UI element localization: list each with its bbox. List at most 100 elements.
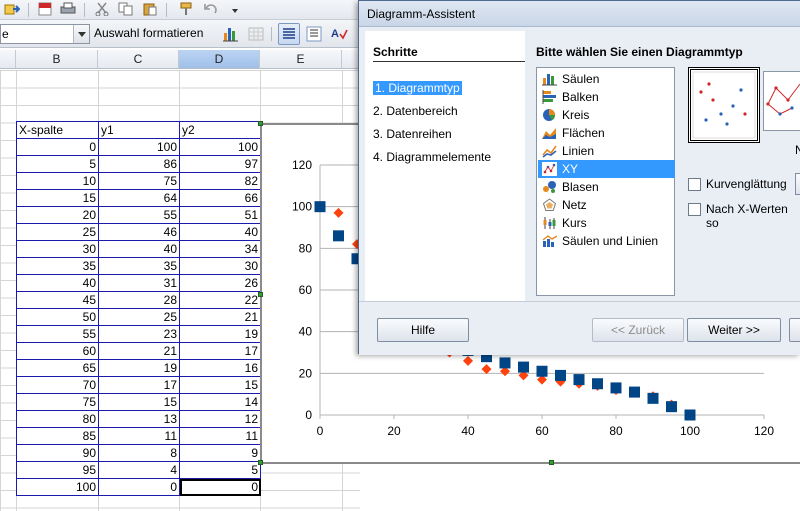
- data-cell[interactable]: 45: [16, 291, 99, 309]
- data-cell[interactable]: 80: [16, 410, 99, 428]
- auswahl-formatieren-label[interactable]: Auswahl formatieren: [94, 26, 203, 40]
- dialog-titlebar[interactable]: Diagramm-Assistent: [359, 1, 800, 27]
- cut-icon[interactable]: [94, 2, 110, 16]
- chart-type-flaechen[interactable]: Flächen: [538, 124, 675, 142]
- data-cell[interactable]: 0: [179, 478, 261, 496]
- align-justify-button[interactable]: [303, 23, 325, 45]
- data-cell[interactable]: 14: [179, 393, 261, 411]
- sort-by-x-checkbox[interactable]: [688, 203, 701, 216]
- data-cell[interactable]: 50: [16, 308, 99, 326]
- copy-icon[interactable]: [118, 2, 134, 16]
- data-cell[interactable]: 95: [16, 461, 99, 479]
- chart-variant-points-and-lines[interactable]: [763, 71, 800, 131]
- data-cell[interactable]: 64: [98, 189, 180, 207]
- data-cell[interactable]: 17: [179, 342, 261, 360]
- data-cell[interactable]: 100: [98, 138, 180, 156]
- clone-format-icon[interactable]: [178, 2, 194, 16]
- data-cell[interactable]: 30: [179, 257, 261, 275]
- data-cell[interactable]: 20: [16, 206, 99, 224]
- kurvenglaettung-label[interactable]: Kurvenglättung: [706, 177, 787, 191]
- chart-type-saeulen-und-linien[interactable]: Säulen und Linien: [538, 232, 675, 250]
- data-cell[interactable]: 97: [179, 155, 261, 173]
- smoothing-properties-button[interactable]: [795, 173, 800, 195]
- export-icon[interactable]: [4, 2, 20, 16]
- data-cell[interactable]: 9: [179, 444, 261, 462]
- data-cell[interactable]: 13: [98, 410, 180, 428]
- data-cell[interactable]: 23: [98, 325, 180, 343]
- data-cell[interactable]: 30: [16, 240, 99, 258]
- data-cell[interactable]: 15: [179, 376, 261, 394]
- column-header-c[interactable]: C: [98, 50, 179, 69]
- data-cell[interactable]: 100: [16, 478, 99, 496]
- data-cell[interactable]: 34: [179, 240, 261, 258]
- data-cell[interactable]: 11: [98, 427, 180, 445]
- data-cell[interactable]: 17: [98, 376, 180, 394]
- step-datenreihen[interactable]: 3. Datenreihen: [373, 127, 452, 141]
- data-cell[interactable]: 85: [16, 427, 99, 445]
- data-cell[interactable]: 15: [98, 393, 180, 411]
- data-cell[interactable]: 5: [16, 155, 99, 173]
- data-cell[interactable]: 40: [98, 240, 180, 258]
- paste-icon[interactable]: [142, 2, 158, 16]
- finish-button[interactable]: [789, 318, 800, 342]
- data-cell[interactable]: 82: [179, 172, 261, 190]
- column-header-d[interactable]: D: [179, 50, 260, 69]
- header-cell[interactable]: y2: [179, 121, 261, 139]
- data-cell[interactable]: 46: [98, 223, 180, 241]
- spelling-button[interactable]: A: [328, 23, 350, 45]
- export-pdf-icon[interactable]: [37, 2, 53, 16]
- data-cell[interactable]: 21: [179, 308, 261, 326]
- name-box[interactable]: e: [0, 24, 90, 44]
- data-cell[interactable]: 25: [16, 223, 99, 241]
- data-cell[interactable]: 40: [16, 274, 99, 292]
- sort-by-x-label[interactable]: Nach X-Werten so: [706, 202, 800, 230]
- data-cell[interactable]: 55: [16, 325, 99, 343]
- chart-type-kreis[interactable]: Kreis: [538, 106, 675, 124]
- step-diagrammelemente[interactable]: 4. Diagrammelemente: [373, 150, 491, 164]
- help-button[interactable]: Hilfe: [377, 318, 469, 342]
- data-cell[interactable]: 19: [98, 359, 180, 377]
- chart-type-netz[interactable]: Netz: [538, 196, 675, 214]
- kurvenglaettung-checkbox[interactable]: [688, 178, 701, 191]
- data-cell[interactable]: 8: [98, 444, 180, 462]
- chart-type-xy[interactable]: XY: [538, 160, 675, 178]
- chart-type-list[interactable]: Säulen Balken Kreis Flächen Linien XY Bl…: [536, 67, 675, 296]
- chart-type-saeulen[interactable]: Säulen: [538, 70, 675, 88]
- data-cell[interactable]: 31: [98, 274, 180, 292]
- chart-type-balken[interactable]: Balken: [538, 88, 675, 106]
- align-left-button[interactable]: [278, 23, 300, 45]
- next-button[interactable]: Weiter >>: [687, 318, 781, 342]
- data-cell[interactable]: 12: [179, 410, 261, 428]
- grid-lines-button[interactable]: [245, 23, 267, 45]
- data-cell[interactable]: 19: [179, 325, 261, 343]
- data-cell[interactable]: 22: [179, 291, 261, 309]
- undo-icon[interactable]: [203, 2, 219, 16]
- data-cell[interactable]: 66: [179, 189, 261, 207]
- chart-type-blasen[interactable]: Blasen: [538, 178, 675, 196]
- chart-insert-button[interactable]: [220, 23, 242, 45]
- chart-variant-points-only[interactable]: [688, 67, 760, 143]
- back-button[interactable]: << Zurück: [592, 318, 684, 342]
- print-icon[interactable]: [60, 2, 76, 16]
- data-cell[interactable]: 0: [16, 138, 99, 156]
- data-cell[interactable]: 55: [98, 206, 180, 224]
- data-cell[interactable]: 10: [16, 172, 99, 190]
- data-cell[interactable]: 100: [179, 138, 261, 156]
- data-cell[interactable]: 4: [98, 461, 180, 479]
- data-cell[interactable]: 86: [98, 155, 180, 173]
- data-cell[interactable]: 5: [179, 461, 261, 479]
- undo-dropdown-button[interactable]: [228, 0, 240, 18]
- data-cell[interactable]: 51: [179, 206, 261, 224]
- data-cell[interactable]: 15: [16, 189, 99, 207]
- data-cell[interactable]: 35: [16, 257, 99, 275]
- data-cell[interactable]: 26: [179, 274, 261, 292]
- data-cell[interactable]: 35: [98, 257, 180, 275]
- data-cell[interactable]: 90: [16, 444, 99, 462]
- row-header-corner[interactable]: [0, 50, 16, 69]
- chart-type-kurs[interactable]: Kurs: [538, 214, 675, 232]
- chart-type-linien[interactable]: Linien: [538, 142, 675, 160]
- data-cell[interactable]: 28: [98, 291, 180, 309]
- name-box-dropdown[interactable]: [73, 25, 89, 43]
- data-cell[interactable]: 75: [98, 172, 180, 190]
- header-cell[interactable]: y1: [98, 121, 180, 139]
